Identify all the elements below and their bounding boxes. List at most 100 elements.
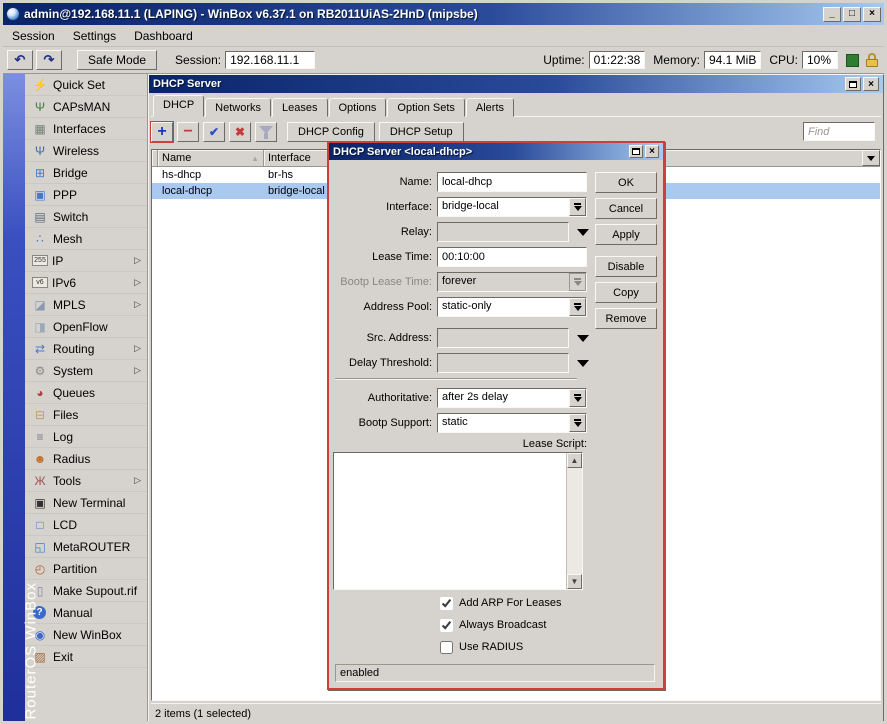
dropdown-arrow-icon[interactable] bbox=[577, 229, 589, 236]
minimize-button[interactable]: _ bbox=[823, 7, 841, 22]
remove-button[interactable]: Remove bbox=[595, 308, 657, 329]
sidebar-item-make-supout[interactable]: ▯ Make Supout.rif bbox=[25, 580, 147, 602]
close-dhcp-window-button[interactable]: × bbox=[863, 77, 879, 91]
bootp-support-dropdown[interactable]: static bbox=[437, 413, 587, 433]
sidebar-item-new-terminal[interactable]: ▣ New Terminal bbox=[25, 492, 147, 514]
sidebar-item-files[interactable]: ⊟ Files bbox=[25, 404, 147, 426]
menu-settings[interactable]: Settings bbox=[64, 26, 125, 46]
restore-button[interactable] bbox=[845, 77, 861, 91]
lease-time-input[interactable] bbox=[437, 247, 587, 267]
dropdown-arrow-icon[interactable] bbox=[569, 414, 586, 432]
disable-button[interactable]: Disable bbox=[595, 256, 657, 277]
src-address-dropdown[interactable] bbox=[437, 328, 569, 348]
sidebar-item-routing[interactable]: ⇄ Routing ▷ bbox=[25, 338, 147, 360]
sidebar-item-exit[interactable]: ▨ Exit bbox=[25, 646, 147, 668]
cpu-value: 10% bbox=[802, 51, 838, 69]
undo-icon[interactable]: ↶ bbox=[7, 50, 33, 70]
sidebar-item-mpls[interactable]: ◪ MPLS ▷ bbox=[25, 294, 147, 316]
bootp-lease-time-dropdown[interactable]: forever bbox=[437, 272, 587, 292]
tab-dhcp[interactable]: DHCP bbox=[153, 95, 204, 117]
metarouter-icon: ◱ bbox=[31, 540, 49, 554]
maximize-button[interactable]: □ bbox=[843, 7, 861, 22]
tab-networks[interactable]: Networks bbox=[205, 98, 271, 117]
sidebar-item-partition[interactable]: ◴ Partition bbox=[25, 558, 147, 580]
sidebar-item-quick-set[interactable]: ⚡ Quick Set bbox=[25, 74, 147, 96]
sidebar-item-new-winbox[interactable]: ◉ New WinBox bbox=[25, 624, 147, 646]
tab-option-sets[interactable]: Option Sets bbox=[387, 98, 464, 117]
dialog-close-button[interactable]: × bbox=[645, 145, 659, 158]
cpu-label: CPU: bbox=[769, 53, 798, 67]
dropdown-arrow-icon[interactable] bbox=[569, 198, 586, 216]
sidebar-item-bridge[interactable]: ⊞ Bridge bbox=[25, 162, 147, 184]
dhcp-config-button[interactable]: DHCP Config bbox=[287, 122, 375, 142]
sidebar-item-manual[interactable]: ? Manual bbox=[25, 602, 147, 624]
dhcp-setup-button[interactable]: DHCP Setup bbox=[379, 122, 464, 142]
remove-button[interactable]: − bbox=[177, 122, 199, 142]
use-radius-checkbox[interactable] bbox=[440, 641, 453, 654]
tab-options[interactable]: Options bbox=[329, 98, 387, 117]
close-button[interactable]: × bbox=[863, 7, 881, 22]
ok-button[interactable]: OK bbox=[595, 172, 657, 193]
sidebar-item-tools[interactable]: Ж Tools ▷ bbox=[25, 470, 147, 492]
dropdown-arrow-icon[interactable] bbox=[577, 335, 589, 342]
lease-script-textarea[interactable]: ▲ ▼ bbox=[333, 452, 583, 590]
tools-icon: Ж bbox=[31, 474, 49, 488]
add-button[interactable]: + bbox=[151, 122, 173, 142]
copy-button[interactable]: Copy bbox=[595, 282, 657, 303]
authoritative-label: Authoritative: bbox=[333, 392, 437, 404]
filter-button[interactable] bbox=[255, 122, 277, 142]
dropdown-arrow-icon[interactable] bbox=[577, 360, 589, 367]
menu-session[interactable]: Session bbox=[3, 26, 64, 46]
use-radius-label[interactable]: Use RADIUS bbox=[459, 641, 523, 653]
authoritative-dropdown[interactable]: after 2s delay bbox=[437, 388, 587, 408]
sidebar-item-ip[interactable]: 255 IP ▷ bbox=[25, 250, 147, 272]
session-label: Session: bbox=[175, 53, 221, 67]
apply-button[interactable]: Apply bbox=[595, 224, 657, 245]
sidebar-item-system[interactable]: ⚙ System ▷ bbox=[25, 360, 147, 382]
column-select-button[interactable] bbox=[862, 150, 880, 166]
sidebar-item-switch[interactable]: ▤ Switch bbox=[25, 206, 147, 228]
sidebar-item-log[interactable]: ≡ Log bbox=[25, 426, 147, 448]
scroll-down-icon[interactable]: ▼ bbox=[567, 574, 582, 589]
address-pool-dropdown[interactable]: static-only bbox=[437, 297, 587, 317]
always-broadcast-checkbox[interactable] bbox=[440, 619, 453, 632]
scrollbar[interactable]: ▲ ▼ bbox=[566, 453, 582, 589]
tab-leases[interactable]: Leases bbox=[272, 98, 327, 117]
secure-lock-icon bbox=[865, 53, 880, 68]
scroll-up-icon[interactable]: ▲ bbox=[567, 453, 582, 468]
sidebar-item-queues[interactable]: ◕ Queues bbox=[25, 382, 147, 404]
dropdown-arrow-icon[interactable] bbox=[569, 298, 586, 316]
name-input[interactable] bbox=[437, 172, 587, 192]
always-broadcast-row: Always Broadcast bbox=[440, 616, 657, 634]
interface-dropdown[interactable]: bridge-local bbox=[437, 197, 587, 217]
sidebar-item-openflow[interactable]: ◨ OpenFlow bbox=[25, 316, 147, 338]
add-arp-checkbox[interactable] bbox=[440, 597, 453, 610]
relay-dropdown[interactable] bbox=[437, 222, 569, 242]
safe-mode-button[interactable]: Safe Mode bbox=[77, 50, 157, 70]
sidebar-item-wireless[interactable]: Ψ Wireless bbox=[25, 140, 147, 162]
sidebar-item-ipv6[interactable]: v6 IPv6 ▷ bbox=[25, 272, 147, 294]
menu-dashboard[interactable]: Dashboard bbox=[125, 26, 202, 46]
tab-alerts[interactable]: Alerts bbox=[466, 98, 514, 117]
dropdown-arrow-icon[interactable] bbox=[569, 389, 586, 407]
add-arp-label[interactable]: Add ARP For Leases bbox=[459, 597, 562, 609]
delay-threshold-dropdown[interactable] bbox=[437, 353, 569, 373]
sidebar-item-mesh[interactable]: ∴ Mesh bbox=[25, 228, 147, 250]
name-column-header[interactable]: Name▲ bbox=[158, 150, 264, 166]
enable-button[interactable]: ✔ bbox=[203, 122, 225, 142]
sidebar-item-interfaces[interactable]: ▦ Interfaces bbox=[25, 118, 147, 140]
dialog-restore-button[interactable] bbox=[629, 145, 643, 158]
dialog-buttons: OK Cancel Apply Disable Copy Remove bbox=[595, 172, 657, 334]
sidebar-item-radius[interactable]: ☻ Radius bbox=[25, 448, 147, 470]
wand-icon: ⚡ bbox=[31, 78, 49, 92]
session-value[interactable]: 192.168.11.1 bbox=[225, 51, 315, 69]
redo-icon[interactable]: ↷ bbox=[36, 50, 62, 70]
sidebar-item-metarouter[interactable]: ◱ MetaROUTER bbox=[25, 536, 147, 558]
disable-items-button[interactable]: ✖ bbox=[229, 122, 251, 142]
cancel-button[interactable]: Cancel bbox=[595, 198, 657, 219]
always-broadcast-label[interactable]: Always Broadcast bbox=[459, 619, 546, 631]
sidebar-item-lcd[interactable]: □ LCD bbox=[25, 514, 147, 536]
find-input[interactable] bbox=[803, 122, 875, 141]
sidebar-item-ppp[interactable]: ▣ PPP bbox=[25, 184, 147, 206]
sidebar-item-capsman[interactable]: Ψ CAPsMAN bbox=[25, 96, 147, 118]
